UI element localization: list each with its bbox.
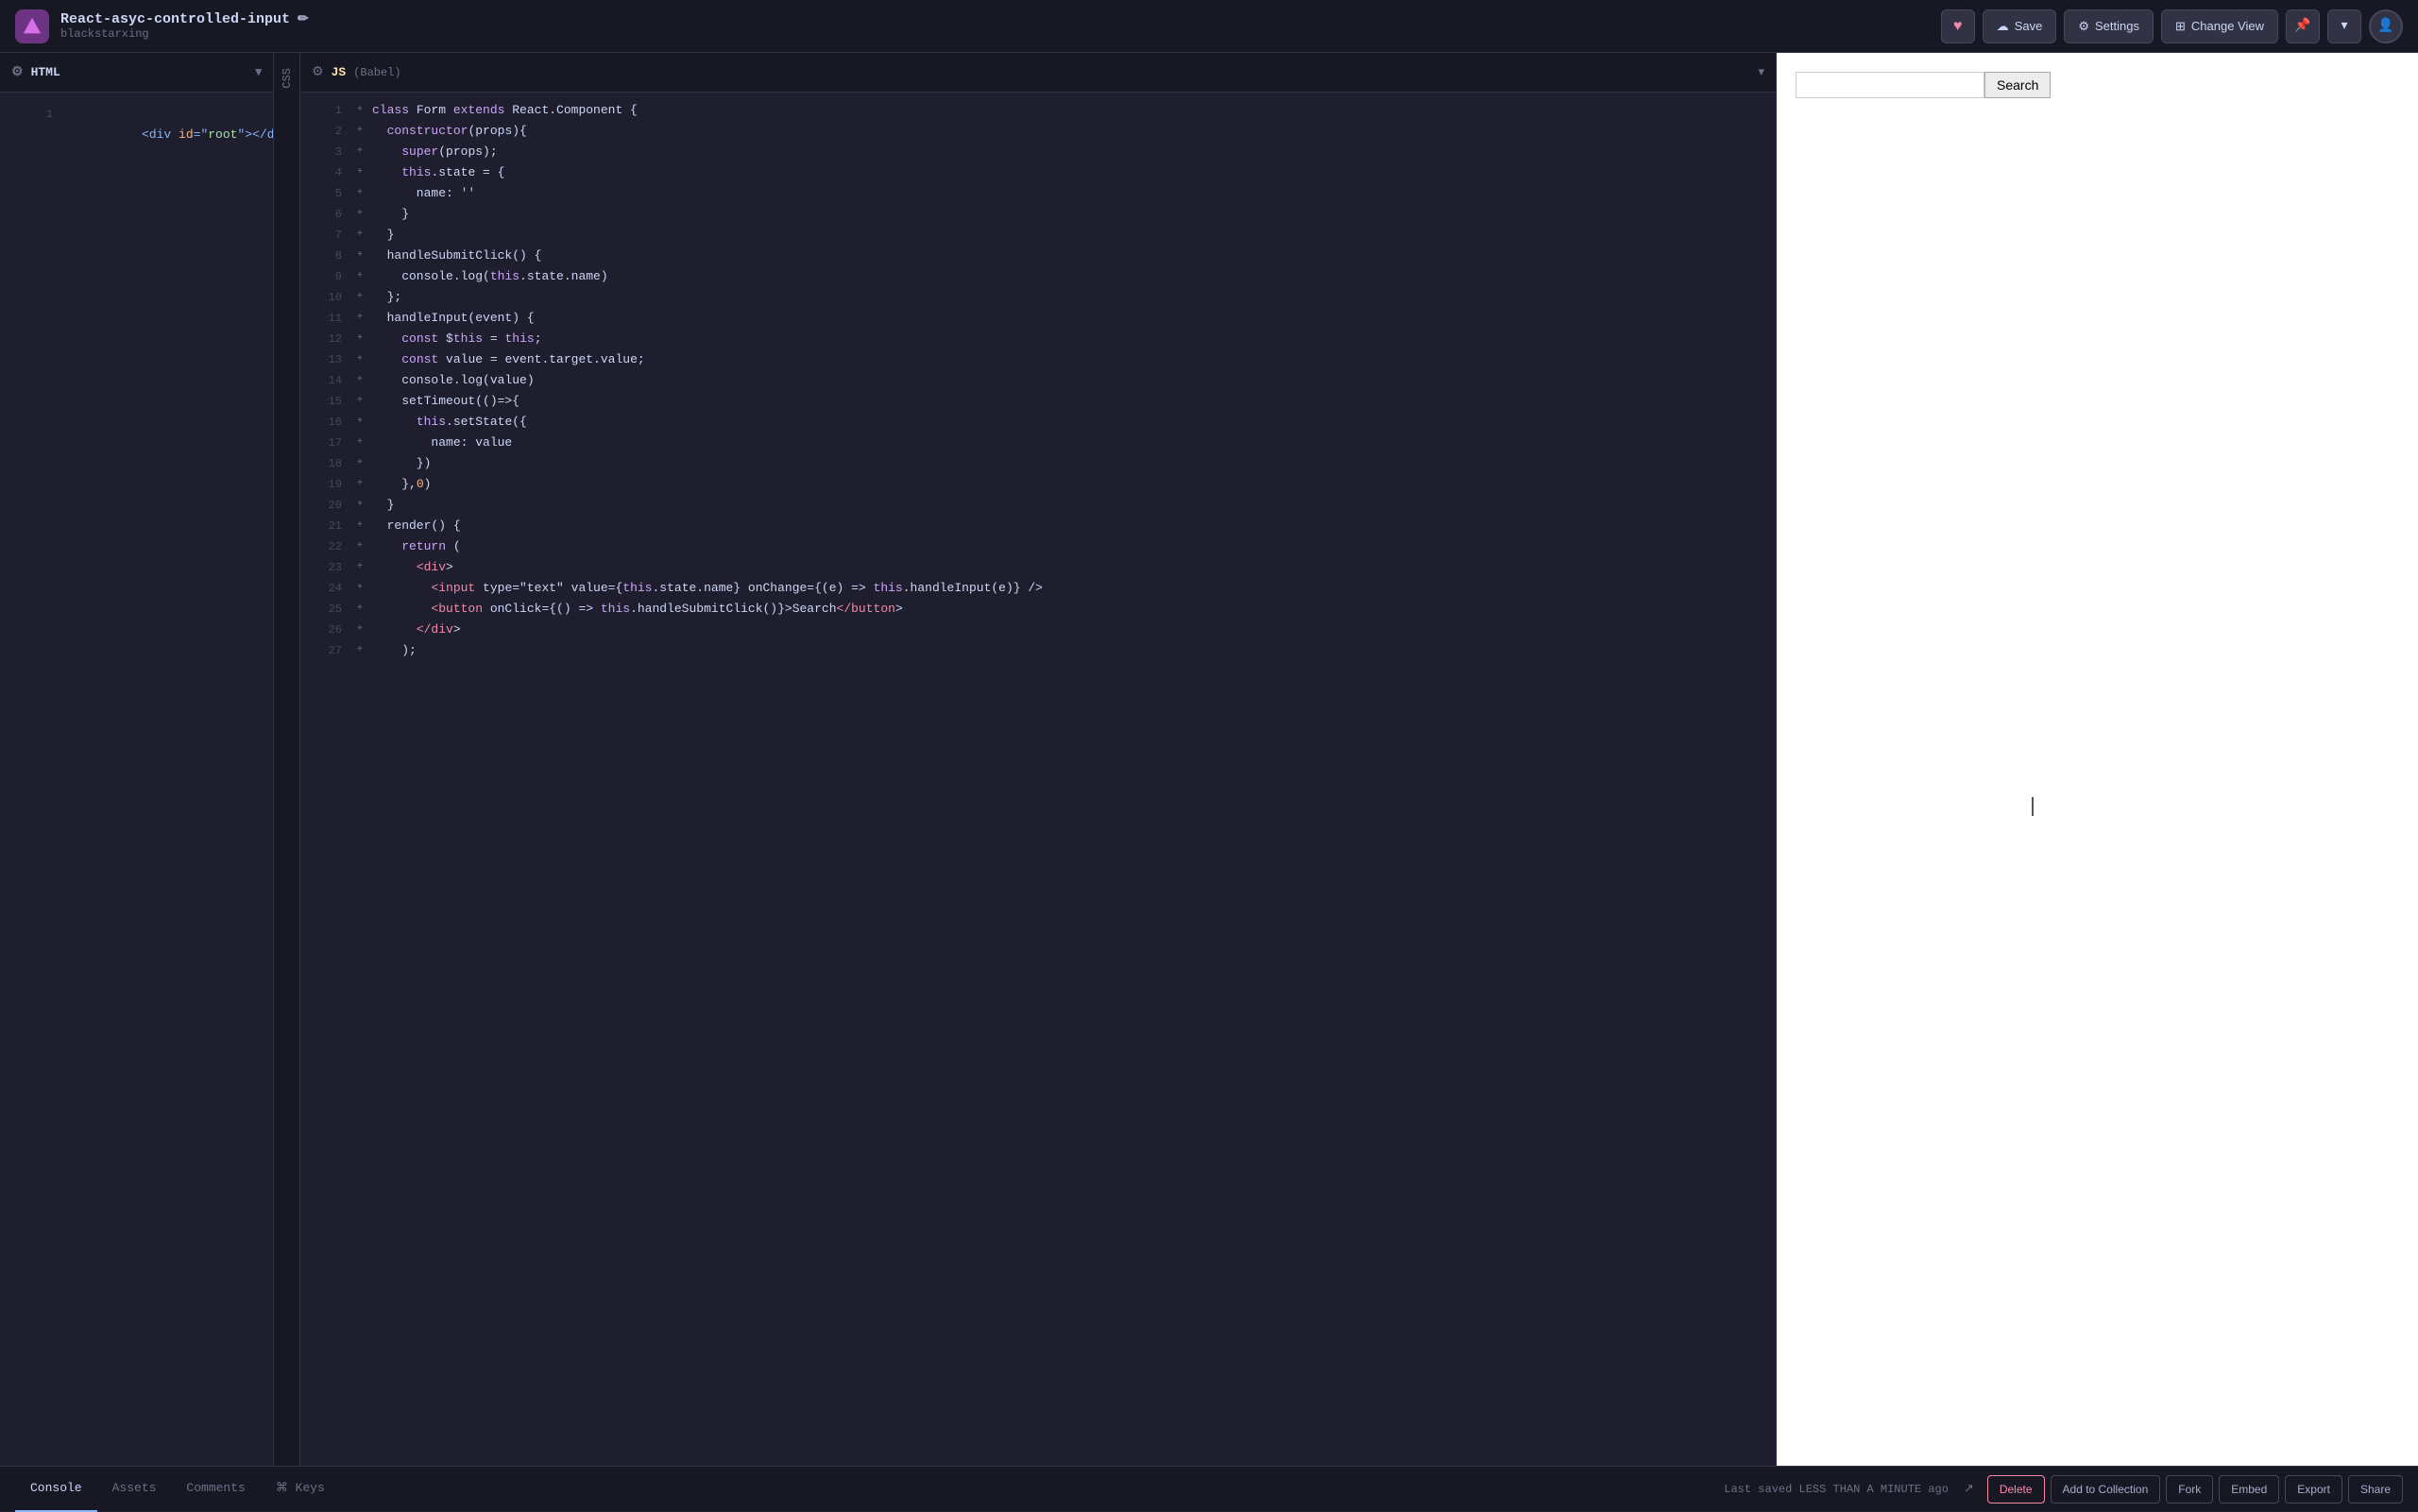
- chevron-down-button[interactable]: ▾: [2327, 9, 2361, 43]
- save-status: Last saved LESS THAN A MINUTE ago: [1724, 1483, 1949, 1496]
- code-line: 6+ }: [300, 204, 1776, 225]
- code-line: 3+ super(props);: [300, 142, 1776, 162]
- code-line: 20+ }: [300, 495, 1776, 516]
- code-line: 13+ const value = event.target.value;: [300, 349, 1776, 370]
- settings-button[interactable]: ⚙ Settings: [2064, 9, 2154, 43]
- topbar-title: React-asyc-controlled-input ✏: [60, 11, 309, 27]
- html-gear-icon: ⚙: [11, 64, 24, 80]
- code-line: 4+ this.state = {: [300, 162, 1776, 183]
- delete-button[interactable]: Delete: [1987, 1475, 2045, 1504]
- code-line: 5+ name: '': [300, 183, 1776, 204]
- editor-area: ⚙ HTML ▾ 1 <div id="root"></div> CSS ⚙ J…: [0, 53, 2418, 1466]
- code-line: 14+ console.log(value): [300, 370, 1776, 391]
- code-line: 1+class Form extends React.Component {: [300, 100, 1776, 121]
- app-logo: [15, 9, 49, 43]
- topbar-actions: ♥ ☁ Save ⚙ Settings ⊞ Change View 📌 ▾ 👤: [1941, 9, 2403, 43]
- js-panel-header: ⚙ JS (Babel) ▾: [300, 53, 1776, 93]
- pin-icon: 📌: [2294, 18, 2310, 34]
- view-icon: ⊞: [2175, 19, 2186, 34]
- code-line: 27+ );: [300, 640, 1776, 661]
- preview-search-button[interactable]: Search: [1984, 72, 2051, 98]
- js-gear-icon: ⚙: [312, 64, 324, 80]
- settings-icon: ⚙: [2078, 19, 2089, 34]
- html-panel-header: ⚙ HTML ▾: [0, 53, 273, 93]
- babel-label: (Babel): [353, 66, 400, 79]
- edit-pencil-icon[interactable]: ✏: [298, 11, 309, 27]
- code-line: 9+ console.log(this.state.name): [300, 266, 1776, 287]
- topbar-title-block: React-asyc-controlled-input ✏ blackstarx…: [60, 11, 309, 41]
- html-line-1: 1 <div id="root"></div>: [11, 104, 262, 166]
- share-button[interactable]: Share: [2348, 1475, 2403, 1504]
- tab-keys[interactable]: ⌘ Keys: [261, 1467, 340, 1512]
- js-panel: ⚙ JS (Babel) ▾ 1+class Form extends Reac…: [300, 53, 1776, 1466]
- code-line: 18+ }): [300, 453, 1776, 474]
- topbar-subtitle: blackstarxing: [60, 27, 309, 41]
- code-line: 23+ <div>: [300, 557, 1776, 578]
- avatar-icon: 👤: [2377, 18, 2393, 34]
- html-panel: ⚙ HTML ▾ 1 <div id="root"></div>: [0, 53, 274, 1466]
- save-button[interactable]: ☁ Save: [1983, 9, 2057, 43]
- tab-assets[interactable]: Assets: [97, 1467, 172, 1512]
- cloud-icon: ☁: [1997, 19, 2009, 34]
- preview-search-row: Search: [1796, 72, 2399, 98]
- code-line: 2+ constructor(props){: [300, 121, 1776, 142]
- fork-button[interactable]: Fork: [2166, 1475, 2213, 1504]
- html-code-area[interactable]: 1 <div id="root"></div>: [0, 93, 273, 1466]
- pin-button[interactable]: 📌: [2286, 9, 2320, 43]
- change-view-button[interactable]: ⊞ Change View: [2161, 9, 2278, 43]
- topbar: React-asyc-controlled-input ✏ blackstarx…: [0, 0, 2418, 53]
- cursor-indicator: [2032, 797, 2034, 816]
- js-panel-label: JS: [332, 65, 347, 79]
- code-line: 17+ name: value: [300, 433, 1776, 453]
- bottom-action-buttons: DeleteAdd to CollectionForkEmbedExportSh…: [1982, 1475, 2403, 1504]
- code-line: 12+ const $this = this;: [300, 329, 1776, 349]
- code-line: 11+ handleInput(event) {: [300, 308, 1776, 329]
- css-tab[interactable]: CSS: [274, 53, 300, 1466]
- bottom-bar: ConsoleAssetsComments⌘ Keys Last saved L…: [0, 1466, 2418, 1511]
- code-line: 26+ </div>: [300, 620, 1776, 640]
- export-button[interactable]: Export: [2285, 1475, 2342, 1504]
- preview-search-input[interactable]: [1796, 72, 1984, 98]
- css-tab-label[interactable]: CSS: [277, 60, 298, 96]
- code-line: 19+ },0): [300, 474, 1776, 495]
- code-line: 25+ <button onClick={() => this.handleSu…: [300, 599, 1776, 620]
- code-line: 8+ handleSubmitClick() {: [300, 246, 1776, 266]
- preview-content: Search: [1777, 53, 2418, 778]
- project-title: React-asyc-controlled-input: [60, 11, 290, 27]
- avatar[interactable]: 👤: [2369, 9, 2403, 43]
- heart-button[interactable]: ♥: [1941, 9, 1975, 43]
- code-line: 10+ };: [300, 287, 1776, 308]
- external-link-icon[interactable]: ↗: [1964, 1482, 1974, 1496]
- code-line: 24+ <input type="text" value={this.state…: [300, 578, 1776, 599]
- chevron-down-icon: ▾: [2341, 18, 2347, 34]
- code-line: 21+ render() {: [300, 516, 1776, 536]
- code-line: 16+ this.setState({: [300, 412, 1776, 433]
- add-to-collection-button[interactable]: Add to Collection: [2051, 1475, 2161, 1504]
- js-chevron-icon[interactable]: ▾: [1758, 65, 1764, 79]
- tab-console[interactable]: Console: [15, 1467, 97, 1512]
- tab-comments[interactable]: Comments: [171, 1467, 260, 1512]
- html-chevron-icon[interactable]: ▾: [255, 65, 262, 79]
- code-line: 22+ return (: [300, 536, 1776, 557]
- code-line: 7+ }: [300, 225, 1776, 246]
- bottom-tabs-list: ConsoleAssetsComments⌘ Keys: [15, 1467, 340, 1512]
- heart-icon: ♥: [1953, 18, 1963, 35]
- html-panel-label: HTML: [31, 65, 60, 79]
- js-code-area[interactable]: 1+class Form extends React.Component {2+…: [300, 93, 1776, 1466]
- code-line: 15+ setTimeout(()=>{: [300, 391, 1776, 412]
- preview-panel: Search: [1776, 53, 2418, 1466]
- embed-button[interactable]: Embed: [2219, 1475, 2279, 1504]
